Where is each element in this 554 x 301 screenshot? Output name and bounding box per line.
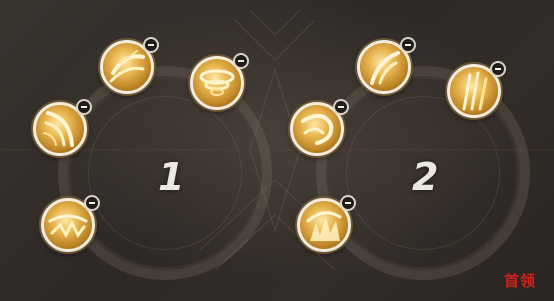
wind-slash-art xyxy=(109,50,145,83)
spiral-slash-art xyxy=(301,113,334,145)
crescent-strike-icon[interactable] xyxy=(357,37,416,94)
remove-skill-button[interactable] xyxy=(400,37,416,53)
boss-watermark: 首领 xyxy=(503,272,536,290)
loadout-1-number: 1 xyxy=(158,155,185,199)
whirlwind-icon[interactable] xyxy=(190,53,249,110)
remove-skill-button[interactable] xyxy=(143,37,159,53)
ground-wave-icon[interactable] xyxy=(41,195,100,252)
ground-wave-art xyxy=(48,214,88,239)
remove-skill-button[interactable] xyxy=(84,195,100,211)
feather-slash-art xyxy=(43,111,74,147)
flame-burst-art xyxy=(306,211,342,241)
rising-blades-icon[interactable] xyxy=(447,61,506,118)
whirlwind-art xyxy=(199,69,235,96)
remove-skill-button[interactable] xyxy=(340,195,356,211)
spiral-slash-icon[interactable] xyxy=(290,99,349,156)
flame-burst-icon[interactable] xyxy=(297,195,356,252)
crescent-strike-art xyxy=(370,51,400,85)
wind-slash-icon[interactable] xyxy=(100,37,159,94)
feather-slash-icon[interactable] xyxy=(33,99,92,156)
remove-skill-button[interactable] xyxy=(333,99,349,115)
loadout-2-number: 2 xyxy=(412,155,439,199)
remove-skill-button[interactable] xyxy=(76,99,92,115)
skill-loadout-screen: 1 2 首领 xyxy=(0,0,554,301)
remove-skill-button[interactable] xyxy=(233,53,249,69)
remove-skill-button[interactable] xyxy=(490,61,506,77)
rising-blades-art xyxy=(462,71,488,111)
